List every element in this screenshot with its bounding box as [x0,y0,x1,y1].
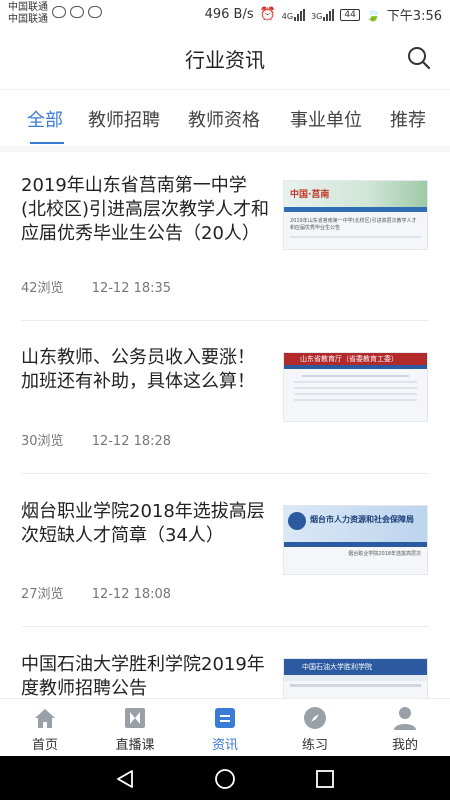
article-thumbnail: 烟台市人力资源和社会保障局 烟台职业学院2018年选拔高层次 [283,505,428,575]
nav-profile[interactable]: 我的 [360,699,450,757]
back-icon[interactable] [114,768,136,790]
article-title: 中国石油大学胜利学院2019年度教师招聘公告 [21,654,265,698]
article-thumbnail: 山东省教育厅（省委教育工委） [283,352,428,422]
view-count: 42浏览 [21,281,64,296]
article-meta: 30浏览 12-12 18:28 [21,430,171,449]
tab-all[interactable]: 全部 [27,106,63,132]
article-meta: 27浏览 12-12 18:08 [21,583,171,602]
leaf-icon: 🍃 [365,7,381,22]
nav-practice[interactable]: 练习 [270,699,360,757]
article-title: 2019年山东省莒南第一中学(北校区)引进高层次教学人才和应届优秀毕业生公告（2… [21,175,270,244]
alarm-icon: ⏰ [259,7,276,22]
article-item[interactable]: 烟台职业学院2018年选拔高层次短缺人才简章（34人） 27浏览 12-12 1… [0,473,450,627]
recents-icon[interactable] [314,768,336,790]
thumb-header: 烟台市人力资源和社会保障局 [310,515,414,524]
view-count: 30浏览 [21,434,64,449]
thumb-caption: 2019年山东省莒南第一中学(北校区)引进高层次教学人才和应届优秀毕业生公告 [290,218,417,231]
system-navigation-bar [0,756,450,800]
nav-label: 我的 [391,738,418,753]
carrier-2: 中国联通 [8,14,48,25]
battery-icon: 44 [340,8,360,21]
nav-label: 练习 [301,738,328,753]
publish-date: 12-12 18:28 [91,434,172,449]
search-button[interactable] [406,45,432,71]
bottom-navigation: 首页 直播课 资讯 练习 我的 [0,698,450,756]
tab-teacher-qualification[interactable]: 教师资格 [188,106,260,132]
network-speed: 496 B/s [204,7,254,22]
tab-public-institution[interactable]: 事业单位 [290,106,362,132]
app-icon [88,6,102,18]
article-title: 烟台职业学院2018年选拔高层次短缺人才简章（34人） [21,501,265,546]
thumb-header: 中国石油大学胜利学院 [302,663,372,671]
network-type-2: 3G [311,11,323,21]
publish-date: 12-12 18:35 [91,281,172,296]
clock: 下午3:56 [386,9,442,24]
tab-teacher-recruitment[interactable]: 教师招聘 [88,106,160,132]
nav-label: 直播课 [115,738,155,753]
network-type-1: 4G [281,11,294,21]
article-thumbnail: 中国·莒南 2019年山东省莒南第一中学(北校区)引进高层次教学人才和应届优秀毕… [283,180,428,250]
thumb-caption: 烟台职业学院2018年选拔高层次 [348,551,421,557]
page-title: 行业资讯 [185,48,265,72]
news-icon [215,708,235,728]
view-count: 27浏览 [21,587,64,602]
nav-label: 资讯 [211,738,238,753]
tab-active-indicator [30,142,64,144]
nav-news[interactable]: 资讯 [180,699,270,757]
article-item[interactable]: 中国石油大学胜利学院2019年度教师招聘公告 中国石油大学胜利学院 [0,626,450,698]
nav-label: 首页 [31,738,58,753]
article-item[interactable]: 2019年山东省莒南第一中学(北校区)引进高层次教学人才和应届优秀毕业生公告（2… [0,152,450,306]
status-right: 496 B/s ⏰ 4G 3G 44 🍃 下午3:56 [205,5,442,24]
live-icon [125,708,145,728]
notification-icons [52,6,102,18]
signal-icon-2: 3G [311,8,335,21]
article-item[interactable]: 山东教师、公务员收入要涨！加班还有补助，具体这么算！ 30浏览 12-12 18… [0,320,450,474]
article-thumbnail: 中国石油大学胜利学院 [283,658,428,698]
tab-recommended[interactable]: 推荐 [390,106,426,132]
publish-date: 12-12 18:08 [91,587,172,602]
article-title: 山东教师、公务员收入要涨！加班还有补助，具体这么算！ [21,347,255,392]
thumb-header: 中国·莒南 [290,190,330,200]
user-icon [394,707,416,730]
signal-icon-1: 4G [281,8,306,21]
browser-icon [70,6,84,18]
nav-home[interactable]: 首页 [0,699,90,757]
emblem-icon [288,512,306,530]
thumb-header: 山东省教育厅（省委教育工委） [300,355,398,363]
home-icon [35,709,55,728]
home-circle-icon[interactable] [214,768,236,790]
nav-live[interactable]: 直播课 [90,699,180,757]
category-tabs: 全部 教师招聘 教师资格 事业单位 推荐 [0,90,450,146]
compass-icon [304,707,326,729]
carrier-1: 中国联通 [8,2,48,13]
article-meta: 42浏览 12-12 18:35 [21,277,171,296]
wechat-icon [52,6,66,18]
status-bar: 中国联通 中国联通 496 B/s ⏰ 4G 3G 44 🍃 下午3:56 [0,0,450,28]
app-header: 行业资讯 [0,28,450,90]
carrier-info: 中国联通 中国联通 [8,2,48,26]
search-icon [408,47,431,70]
